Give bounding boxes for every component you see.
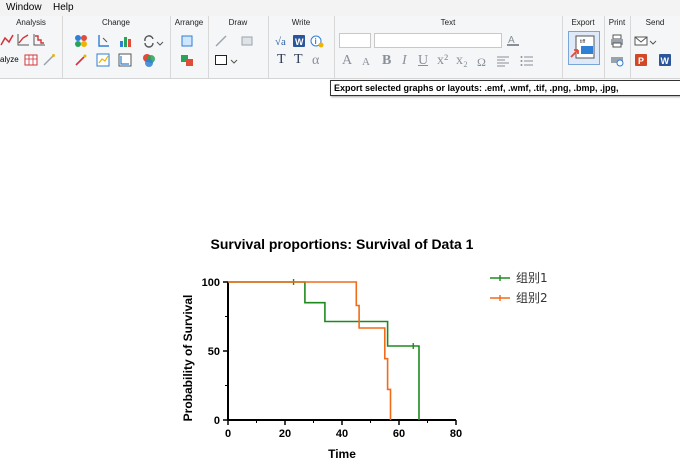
survival-chart: Survival proportions: Survival of Data 1… — [181, 236, 548, 461]
font-size-select[interactable] — [339, 33, 371, 48]
ribbon-group-print: Print — [604, 16, 631, 78]
align-icon[interactable] — [180, 53, 194, 67]
wand-icon[interactable] — [42, 53, 56, 67]
powerpoint-icon[interactable]: P — [634, 53, 648, 67]
group-title-write: Write — [291, 18, 311, 27]
ribbon-group-send: Send P W — [630, 16, 680, 78]
format-graph-icon[interactable] — [96, 53, 110, 67]
alpha-symbol-button[interactable]: α — [312, 53, 319, 69]
x-tick-label: 80 — [450, 428, 462, 440]
ribbon-group-analysis: Analysis alyze — [0, 16, 63, 78]
group-title-export: Export — [571, 18, 595, 27]
superscript-button[interactable]: x² — [437, 53, 448, 69]
draw-line-icon[interactable] — [214, 34, 228, 48]
export-tooltip: Export selected graphs or layouts: .emf,… — [330, 80, 680, 96]
font-grow-button[interactable]: A — [342, 53, 352, 69]
group-title-send: Send — [645, 18, 665, 27]
svg-text:Ω: Ω — [477, 55, 486, 68]
font-shrink-button[interactable]: A — [362, 56, 370, 68]
svg-text:W: W — [295, 37, 304, 47]
ribbon-group-export: Export tiff — [562, 16, 605, 78]
analyze-button-label[interactable]: alyze — [0, 55, 19, 64]
menu-bar: Window Help — [0, 0, 680, 16]
group-title-arrange: Arrange — [174, 18, 204, 27]
svg-text:√a: √a — [275, 36, 286, 48]
swap-dropdown-icon[interactable] — [156, 36, 164, 50]
info-icon[interactable]: i — [310, 34, 324, 48]
omega-icon[interactable]: Ω — [476, 54, 490, 68]
bar-chart-icon[interactable] — [118, 34, 132, 48]
font-color-icon[interactable]: A — [506, 33, 520, 47]
chart-title: Survival proportions: Survival of Data 1 — [211, 236, 474, 252]
send-word-icon[interactable]: W — [658, 53, 672, 67]
ribbon-group-text: Text A A A B I U x² x₂ Ω — [334, 16, 563, 78]
list-icon[interactable] — [520, 54, 534, 68]
axis-change-icon[interactable] — [96, 34, 110, 48]
x-axis-label: Time — [328, 447, 356, 461]
y-tick-label: 100 — [202, 277, 220, 289]
underline-button[interactable]: U — [418, 53, 428, 69]
survival-graph-icon[interactable] — [32, 33, 46, 47]
email-icon[interactable] — [634, 34, 648, 48]
text-tool-bold-t[interactable]: T — [277, 52, 286, 68]
x-tick-label: 60 — [393, 428, 405, 440]
ribbon-group-write: Write √a W i T T α — [268, 16, 335, 78]
line-graph-icon[interactable] — [16, 33, 30, 47]
svg-text:W: W — [661, 56, 670, 66]
print-icon[interactable] — [610, 34, 624, 48]
ribbon-group-draw: Draw — [208, 16, 269, 78]
group-title-analysis: Analysis — [16, 18, 46, 27]
color-palette-icon[interactable] — [142, 53, 156, 67]
svg-text:P: P — [638, 56, 644, 66]
x-tick-label: 40 — [336, 428, 348, 440]
text-tool-t[interactable]: T — [294, 52, 303, 68]
group-title-text: Text — [440, 18, 456, 27]
magic-brush-icon[interactable] — [74, 53, 88, 67]
group-title-change: Change — [101, 18, 131, 27]
align-text-icon[interactable] — [496, 54, 510, 68]
legend-label-2: 组别2 — [516, 291, 548, 305]
ribbon-group-change: Change — [62, 16, 171, 78]
bold-button[interactable]: B — [382, 53, 391, 69]
xy-analysis-icon[interactable] — [0, 33, 14, 47]
export-icon[interactable]: tiff — [568, 31, 600, 65]
x-tick-label: 20 — [279, 428, 291, 440]
swap-refresh-icon[interactable] — [142, 34, 156, 48]
italic-button[interactable]: I — [402, 53, 407, 69]
print-preview-icon[interactable] — [610, 53, 624, 67]
group-title-print: Print — [608, 18, 626, 27]
y-axis-label: Probability of Survival — [181, 295, 195, 422]
bring-front-icon[interactable] — [180, 34, 194, 48]
svg-text:i: i — [315, 37, 317, 46]
format-axes-icon[interactable] — [118, 53, 132, 67]
ribbon-toolbar: Analysis alyze Change Arrange Draw Write — [0, 16, 680, 79]
subscript-button[interactable]: x₂ — [456, 53, 468, 69]
ribbon-group-arrange: Arrange — [170, 16, 209, 78]
group-title-draw: Draw — [228, 18, 248, 27]
draw-shape-icon[interactable] — [240, 34, 254, 48]
menu-window[interactable]: Window — [6, 2, 42, 13]
font-name-select[interactable] — [374, 33, 502, 48]
menu-help[interactable]: Help — [53, 2, 74, 13]
rectangle-dropdown-icon[interactable] — [230, 55, 238, 69]
svg-text:tiff: tiff — [580, 39, 586, 45]
equation-icon[interactable]: √a — [275, 34, 289, 48]
x-tick-label: 0 — [225, 428, 231, 440]
y-tick-label: 50 — [208, 346, 220, 358]
y-tick-label: 0 — [214, 415, 220, 427]
color-scheme-icon[interactable] — [74, 34, 88, 48]
plot-area: 0 20 40 60 80 0 50 100 — [202, 277, 462, 440]
email-dropdown-icon[interactable] — [649, 36, 657, 50]
legend: 组别1组别2 — [490, 271, 548, 305]
word-icon[interactable]: W — [292, 34, 306, 48]
table-icon[interactable] — [24, 53, 38, 67]
legend-label-1: 组别1 — [516, 271, 548, 285]
draw-rectangle-icon[interactable] — [214, 53, 228, 67]
